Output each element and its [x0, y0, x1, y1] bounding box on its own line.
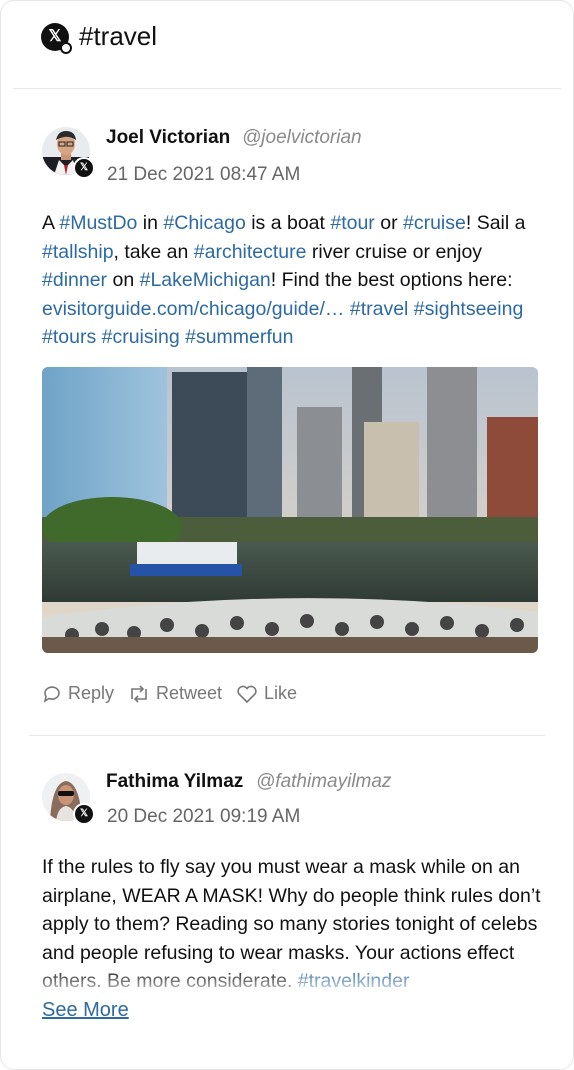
author-handle[interactable]: @joelvictorian [242, 127, 362, 149]
hashtag-link[interactable]: #sightseeing [414, 298, 524, 320]
hashtag-link[interactable]: #architecture [194, 241, 307, 263]
hashtag-link[interactable]: #tour [330, 212, 374, 234]
post-text: A #MustDo in #Chicago is a boat #tour or… [42, 209, 542, 352]
author-name[interactable]: Fathima Yilmaz [106, 771, 243, 793]
reply-icon [43, 685, 60, 703]
hashtag-link[interactable]: #tallship [42, 241, 114, 263]
post-card: 𝕏 Joel Victorian @joelvictorian 21 Dec 2… [1, 89, 573, 736]
post-text-segment: river cruise or enjoy [306, 240, 483, 263]
post-text-segment: is a boat [245, 212, 331, 234]
retweet-button[interactable]: Retweet [128, 683, 222, 704]
avatar[interactable]: 𝕏 [42, 773, 95, 825]
hashtag-link[interactable]: #LakeMichigan [140, 269, 271, 291]
hashtag-link[interactable]: #Chicago [163, 212, 245, 234]
post-image[interactable] [42, 367, 538, 653]
hashtag-link[interactable]: #MustDo [59, 212, 137, 234]
post-divider [29, 735, 545, 736]
post-card: 𝕏 Fathima Yilmaz @fathimayilmaz 20 Dec 2… [1, 737, 573, 1069]
post-text-segment: or [374, 212, 403, 234]
like-label: Like [264, 683, 298, 703]
post-text-segment: , take an [113, 240, 194, 263]
author-handle[interactable]: @fathimayilmaz [256, 771, 391, 793]
see-more-link[interactable]: See More [42, 999, 129, 1022]
avatar[interactable]: 𝕏 [42, 127, 95, 179]
like-button[interactable]: Like [236, 683, 297, 704]
post-text-segment: ! Sail a [465, 212, 526, 234]
reply-button[interactable]: Reply [42, 683, 114, 704]
hashtag-link[interactable]: #tours [42, 326, 96, 348]
post-text-segment: ! Find the best options here: [270, 269, 513, 291]
post-text-segment: A [42, 212, 60, 234]
reply-label: Reply [68, 683, 115, 703]
hashtag-link[interactable]: #summerfun [185, 326, 293, 348]
feed-header: 𝕏 #travel [1, 1, 573, 89]
post-text-segment: in [137, 212, 164, 234]
x-badge-icon: 𝕏 [73, 803, 95, 825]
hashtag-link[interactable]: #travel [350, 298, 409, 320]
feed-widget: 𝕏 #travel 𝕏 Joel Victorian @joelvictoria… [0, 0, 574, 1070]
post-text-segment: on [107, 269, 140, 291]
x-badge-icon: 𝕏 [73, 157, 95, 179]
feed-title: #travel [79, 21, 158, 51]
author-name[interactable]: Joel Victorian [106, 127, 230, 149]
retweet-icon [131, 684, 147, 703]
retweet-label: Retweet [156, 683, 223, 703]
hashtag-link[interactable]: #cruise [403, 212, 466, 234]
text-fade [1, 967, 573, 997]
post-date[interactable]: 20 Dec 2021 09:19 AM [107, 806, 300, 828]
hashtag-link[interactable]: #cruising [102, 326, 180, 348]
x-logo-icon: 𝕏 [41, 23, 72, 54]
post-date[interactable]: 21 Dec 2021 08:47 AM [107, 164, 300, 186]
hashtag-link[interactable]: evisitorguide.com/chicago/guide/… [42, 298, 344, 320]
heart-icon [237, 685, 257, 703]
hashtag-link[interactable]: #dinner [42, 269, 107, 291]
